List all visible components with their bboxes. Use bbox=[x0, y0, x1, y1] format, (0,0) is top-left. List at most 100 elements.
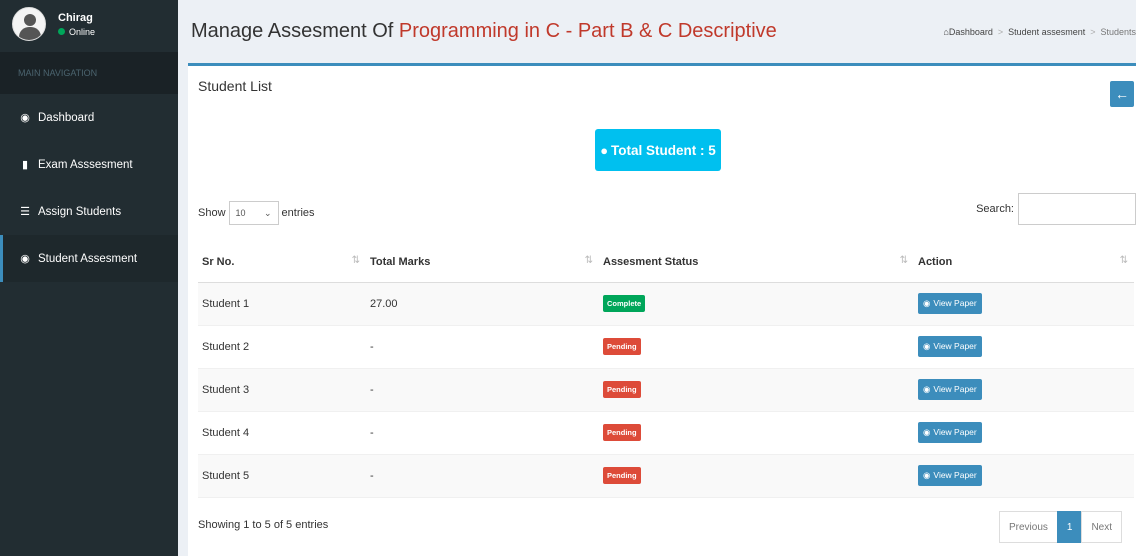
view-paper-label: View Paper bbox=[933, 470, 977, 480]
column-assessment-status[interactable]: Assesment Status ⇅ bbox=[599, 242, 914, 283]
sidebar-item-assign-students[interactable]: ☰ Assign Students bbox=[0, 188, 178, 235]
view-paper-button[interactable]: ◉ View Paper bbox=[918, 465, 982, 486]
dashboard-icon: ◉ bbox=[20, 112, 30, 124]
user-info: Chirag Online bbox=[58, 12, 95, 37]
student-list-box: Student List ← ● Total Student : 5 Show … bbox=[188, 63, 1136, 556]
user-status: Online bbox=[58, 27, 95, 37]
showing-info: Showing 1 to 5 of 5 entries bbox=[198, 519, 329, 531]
breadcrumb-dashboard[interactable]: Dashboard bbox=[949, 27, 993, 37]
cell-status: Complete bbox=[599, 282, 914, 326]
main-content: Manage Assesment Of Programming in C - P… bbox=[178, 0, 1136, 556]
user-name: Chirag bbox=[58, 11, 93, 24]
next-button[interactable]: Next bbox=[1081, 511, 1122, 543]
search: Search: bbox=[976, 193, 1136, 225]
status-badge: Complete bbox=[603, 295, 646, 312]
cell-sr: Student 1 bbox=[198, 282, 366, 326]
breadcrumb-separator: > bbox=[997, 26, 1004, 37]
sort-icon: ⇅ bbox=[351, 255, 360, 266]
eye-icon: ◉ bbox=[923, 427, 931, 437]
previous-button[interactable]: Previous bbox=[998, 511, 1058, 543]
cell-action: ◉ View Paper bbox=[914, 325, 1134, 369]
cell-status: Pending bbox=[599, 325, 914, 369]
view-paper-button[interactable]: ◉ View Paper bbox=[918, 293, 982, 314]
column-sr-no[interactable]: Sr No. ⇅ bbox=[198, 242, 366, 283]
cell-marks: - bbox=[366, 454, 599, 498]
view-paper-label: View Paper bbox=[933, 384, 977, 394]
breadcrumb-separator: > bbox=[1090, 26, 1096, 37]
cell-action: ◉ View Paper bbox=[914, 454, 1134, 498]
cell-status: Pending bbox=[599, 411, 914, 455]
page-title-subject: Programming in C - Part B & C Descriptiv… bbox=[398, 20, 777, 42]
content-header: Manage Assesment Of Programming in C - P… bbox=[178, 0, 1136, 63]
view-paper-button[interactable]: ◉ View Paper bbox=[918, 379, 982, 400]
column-label: Sr No. bbox=[202, 255, 235, 268]
sidebar: Chirag Online MAIN NAVIGATION ◉ Dashboar… bbox=[0, 0, 178, 556]
table-row: Student 4 - Pending ◉ View Paper bbox=[198, 411, 1134, 455]
sidebar-item-label: Dashboard bbox=[38, 111, 95, 124]
breadcrumb-students: Students bbox=[1100, 26, 1136, 37]
status-badge: Pending bbox=[603, 338, 641, 355]
avatar bbox=[12, 7, 46, 41]
view-paper-button[interactable]: ◉ View Paper bbox=[918, 422, 982, 443]
breadcrumb-student-assessment[interactable]: Student assesment bbox=[1008, 27, 1085, 37]
eye-icon: ◉ bbox=[923, 470, 931, 480]
cell-status: Pending bbox=[599, 454, 914, 498]
cell-status: Pending bbox=[599, 368, 914, 412]
cell-marks: - bbox=[366, 325, 599, 369]
eye-icon: ◉ bbox=[20, 253, 30, 265]
online-dot-icon bbox=[58, 28, 65, 35]
entries-label: entries bbox=[281, 207, 315, 219]
user-panel: Chirag Online bbox=[0, 0, 178, 48]
status-badge: Pending bbox=[603, 381, 641, 398]
total-student-button[interactable]: ● Total Student : 5 bbox=[595, 129, 721, 171]
table-row: Student 3 - Pending ◉ View Paper bbox=[198, 368, 1134, 412]
eye-icon: ◉ bbox=[923, 341, 931, 351]
sidebar-item-student-assessment[interactable]: ◉ Student Assesment bbox=[0, 235, 178, 282]
sort-icon: ⇅ bbox=[899, 255, 908, 266]
view-paper-label: View Paper bbox=[933, 427, 977, 437]
cell-marks: - bbox=[366, 411, 599, 455]
page-1-button[interactable]: 1 bbox=[1056, 511, 1083, 543]
table-row: Student 2 - Pending ◉ View Paper bbox=[198, 325, 1134, 369]
breadcrumb: ⌂ Dashboard > Student assesment > Studen… bbox=[943, 27, 1136, 37]
eye-icon: ◉ bbox=[923, 298, 931, 308]
total-student-label: Total Student : 5 bbox=[611, 142, 716, 158]
back-button[interactable]: ← bbox=[1110, 81, 1134, 107]
page-title: Manage Assesment Of Programming in C - P… bbox=[191, 20, 777, 43]
table-row: Student 1 27.00 Complete ◉ View Paper bbox=[198, 282, 1134, 326]
column-total-marks[interactable]: Total Marks ⇅ bbox=[366, 242, 599, 283]
entries-value: 10 bbox=[235, 208, 246, 218]
show-entries: Show 10 ⌄ entries bbox=[198, 201, 315, 225]
cell-sr: Student 3 bbox=[198, 368, 366, 412]
column-label: Action bbox=[918, 255, 953, 268]
sidebar-item-label: Student Assesment bbox=[38, 252, 138, 265]
chevron-down-icon: ⌄ bbox=[263, 207, 272, 218]
cell-marks: - bbox=[366, 368, 599, 412]
status-badge: Pending bbox=[603, 467, 641, 484]
student-table: Sr No. ⇅ Total Marks ⇅ Assesment Status ⇅ A… bbox=[198, 242, 1134, 498]
table-row: Student 5 - Pending ◉ View Paper bbox=[198, 454, 1134, 498]
cell-action: ◉ View Paper bbox=[914, 282, 1134, 326]
cell-sr: Student 5 bbox=[198, 454, 366, 498]
cell-sr: Student 2 bbox=[198, 325, 366, 369]
search-label: Search: bbox=[976, 203, 1014, 215]
page-title-prefix: Manage Assesment Of bbox=[191, 20, 394, 42]
search-input[interactable] bbox=[1018, 193, 1136, 225]
view-paper-label: View Paper bbox=[933, 298, 977, 308]
column-label: Total Marks bbox=[370, 255, 431, 268]
sort-icon: ⇅ bbox=[584, 255, 593, 266]
view-paper-button[interactable]: ◉ View Paper bbox=[918, 336, 982, 357]
table-header-row: Sr No. ⇅ Total Marks ⇅ Assesment Status ⇅ A… bbox=[198, 242, 1134, 283]
column-action[interactable]: Action ⇅ bbox=[914, 242, 1134, 283]
arrow-left-icon: ← bbox=[1115, 86, 1129, 102]
cell-marks: 27.00 bbox=[366, 282, 599, 326]
nav-header: MAIN NAVIGATION bbox=[0, 52, 178, 94]
show-label: Show bbox=[198, 207, 226, 219]
sidebar-item-label: Assign Students bbox=[38, 205, 122, 218]
sidebar-item-exam-assessment[interactable]: ▮ Exam Asssesment bbox=[0, 141, 178, 188]
sidebar-item-dashboard[interactable]: ◉ Dashboard bbox=[0, 94, 178, 141]
cell-action: ◉ View Paper bbox=[914, 368, 1134, 412]
view-paper-label: View Paper bbox=[933, 341, 977, 351]
cell-action: ◉ View Paper bbox=[914, 411, 1134, 455]
entries-select[interactable]: 10 ⌄ bbox=[228, 201, 279, 225]
